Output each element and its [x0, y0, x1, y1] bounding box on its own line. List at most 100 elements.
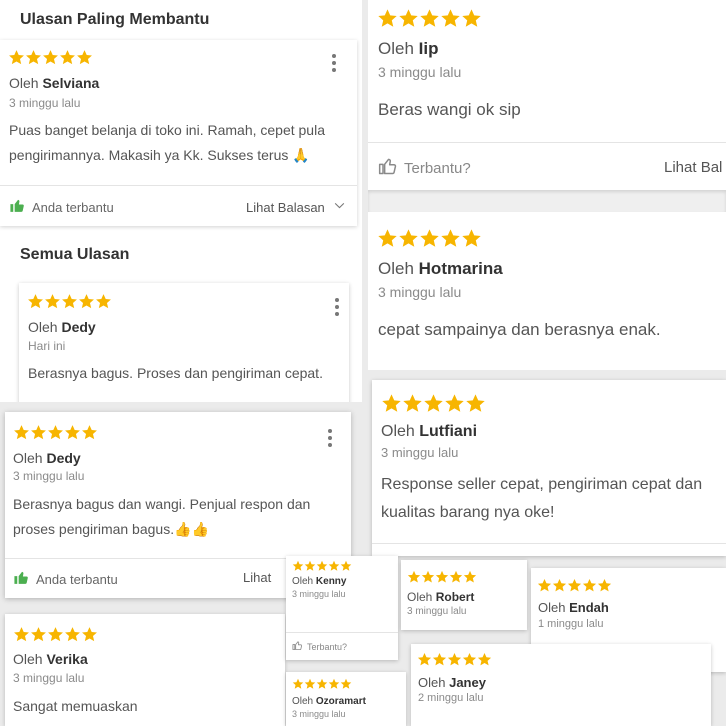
review-card-verika: Oleh Verika 3 minggu lalu Sangat memuask…	[5, 614, 285, 726]
star-icon	[424, 394, 443, 412]
star-icon	[441, 9, 460, 27]
reviewer-name: Iip	[418, 39, 439, 58]
view-replies-button[interactable]: Lihat Bal	[664, 159, 722, 176]
star-icon	[62, 294, 77, 309]
star-rating	[537, 578, 612, 593]
star-icon	[26, 50, 41, 65]
star-icon	[435, 570, 449, 583]
view-replies-button[interactable]: Lihat	[243, 570, 271, 585]
star-icon	[77, 50, 92, 65]
divider	[372, 543, 726, 544]
review-card-selviana: Oleh Selviana 3 minggu lalu Puas banget …	[0, 40, 357, 226]
review-time: 3 minggu lalu	[407, 606, 467, 617]
star-icon	[477, 652, 492, 666]
more-options-icon[interactable]	[332, 54, 336, 72]
by-label: Oleh	[538, 600, 566, 615]
review-text: Berasnya bagus. Proses dan pengiriman ce…	[28, 365, 323, 381]
star-icon	[420, 9, 439, 27]
replies-label: Lihat	[243, 570, 272, 585]
review-time: 3 minggu lalu	[9, 96, 81, 110]
reviewer-line: Oleh Selviana	[9, 75, 99, 91]
more-options-icon[interactable]	[328, 429, 332, 447]
star-icon	[65, 425, 80, 440]
helpful-button[interactable]: Anda terbantu	[13, 569, 118, 589]
star-icon	[28, 294, 43, 309]
right-review-panel: Oleh Iip 3 minggu lalu Beras wangi ok si…	[368, 0, 726, 370]
top-review-panel: Ulasan Paling Membantu Oleh Selviana 3 m…	[0, 0, 362, 402]
helpful-button[interactable]: Anda terbantu	[9, 197, 114, 217]
star-icon	[378, 9, 397, 27]
star-icon	[31, 425, 46, 440]
thumbs-up-outline-icon	[292, 640, 303, 653]
review-card-kenny: Oleh Kenny 3 minggu lalu Terbantu?	[286, 556, 398, 660]
review-text: Sangat memuaskan	[13, 698, 138, 714]
reviewer-line: Oleh Verika	[13, 651, 88, 667]
reviewer-line: Oleh Lutfiani	[381, 423, 477, 441]
star-icon	[399, 229, 418, 247]
star-rating	[377, 228, 482, 249]
star-icon	[462, 652, 477, 666]
star-rating	[8, 49, 93, 66]
review-card-ozoramart: Oleh Ozoramart 3 minggu lalu	[286, 672, 406, 726]
star-icon	[96, 294, 111, 309]
helpful-question-button[interactable]: Terbantu?	[378, 156, 471, 180]
star-icon	[60, 50, 75, 65]
reviewer-name: Janey	[449, 675, 486, 690]
star-icon	[82, 425, 97, 440]
star-icon	[399, 9, 418, 27]
star-icon	[449, 570, 463, 583]
star-icon	[45, 294, 60, 309]
star-icon	[48, 425, 63, 440]
star-icon	[304, 560, 316, 571]
by-label: Oleh	[292, 576, 314, 587]
by-label: Oleh	[13, 450, 43, 466]
star-icon	[328, 560, 340, 571]
star-rating	[292, 678, 352, 690]
reviewer-line: Oleh Robert	[407, 590, 474, 604]
by-label: Oleh	[378, 259, 414, 278]
helpful-question-button[interactable]: Terbantu?	[292, 640, 347, 653]
star-icon	[463, 570, 477, 583]
replies-label: Lihat Bal	[664, 159, 723, 176]
reviewer-name: Ozoramart	[315, 696, 366, 707]
review-card-lutfiani: Oleh Lutfiani 3 minggu lalu Response sel…	[372, 380, 726, 556]
star-rating	[13, 626, 98, 643]
star-icon	[597, 578, 612, 592]
divider	[368, 142, 726, 143]
helpful-label: Anda terbantu	[36, 571, 118, 587]
star-rating	[377, 8, 482, 29]
review-text: Puas banget belanja di toko ini. Ramah, …	[9, 122, 325, 163]
review-time: 3 minggu lalu	[381, 445, 459, 460]
star-icon	[340, 560, 352, 571]
review-time: 1 minggu lalu	[538, 618, 604, 630]
helpful-label: Terbantu?	[404, 159, 471, 177]
reviewer-line: Oleh Dedy	[28, 319, 96, 335]
replies-label: Lihat Balasan	[246, 199, 325, 215]
section-title-all-reviews: Semua Ulasan	[20, 246, 130, 263]
more-options-icon[interactable]	[335, 298, 339, 316]
star-rating	[27, 293, 112, 310]
star-icon	[403, 394, 422, 412]
review-text: Berasnya bagus dan wangi. Penjual respon…	[13, 496, 311, 537]
by-label: Oleh	[9, 75, 39, 91]
reviewer-name: Endah	[569, 600, 609, 615]
thumbs-up-outline-icon	[378, 156, 398, 180]
star-icon	[432, 652, 447, 666]
star-rating	[13, 424, 98, 441]
star-icon	[79, 294, 94, 309]
star-icon	[407, 570, 421, 583]
reviewer-name: Dedy	[46, 450, 81, 466]
section-title-most-helpful: Ulasan Paling Membantu	[20, 11, 210, 28]
review-text: Response seller cepat, pengiriman cepat …	[381, 476, 703, 521]
reviewer-line: Oleh Endah	[538, 600, 609, 615]
view-replies-button[interactable]: Lihat Balasan	[246, 199, 346, 215]
star-icon	[43, 50, 58, 65]
review-time: Hari ini	[28, 339, 66, 353]
star-icon	[537, 578, 552, 592]
star-icon	[462, 9, 481, 27]
star-icon	[304, 678, 316, 689]
star-rating	[417, 652, 492, 667]
star-icon	[316, 678, 328, 689]
divider	[0, 185, 357, 186]
star-rating	[292, 560, 352, 572]
